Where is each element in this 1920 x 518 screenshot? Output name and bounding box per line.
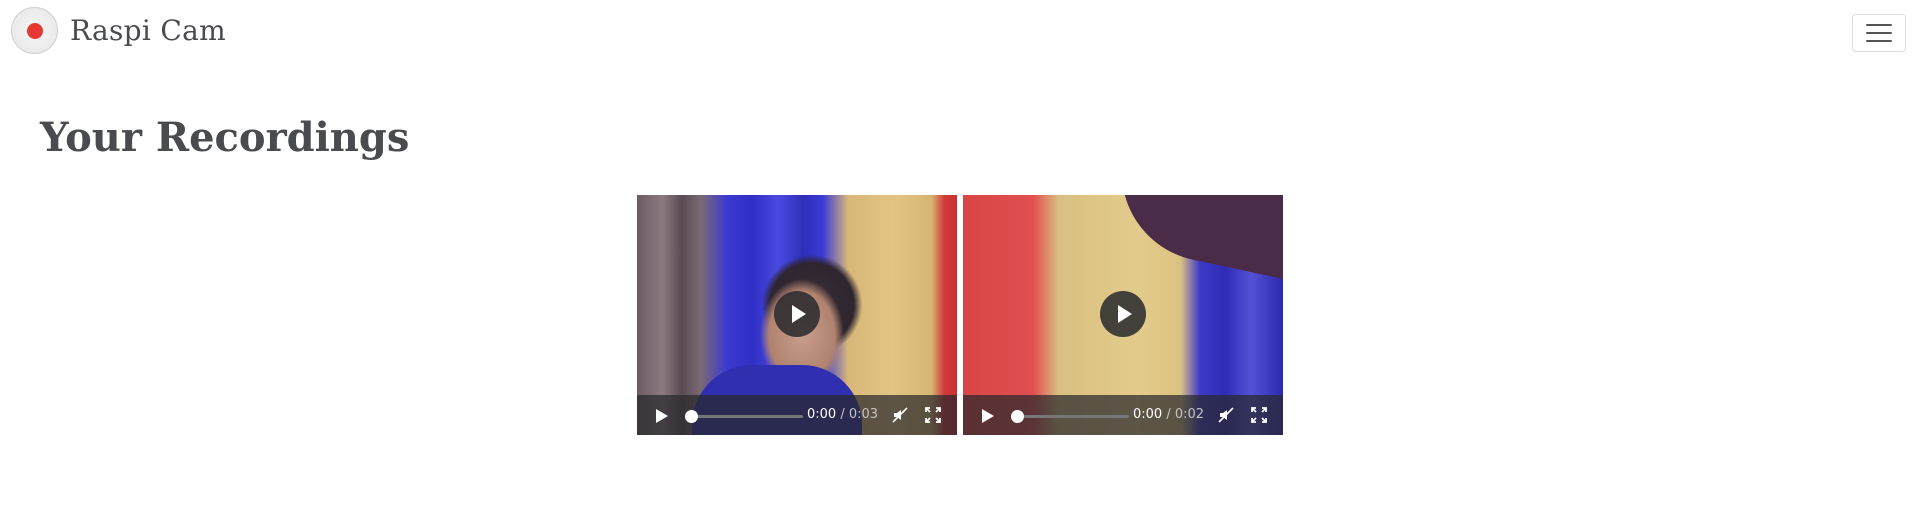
hamburger-menu-icon — [1866, 32, 1892, 34]
time-display: 0:00 / 0:03 — [807, 407, 878, 422]
play-icon — [792, 305, 806, 323]
page-title: Your Recordings — [40, 114, 410, 161]
progress-bar[interactable] — [1017, 415, 1129, 418]
progress-thumb[interactable] — [1011, 410, 1024, 423]
time-separator: / — [1166, 407, 1171, 422]
hamburger-menu-icon — [1866, 40, 1892, 42]
navbar: Raspi Cam — [0, 0, 1920, 66]
time-separator: / — [840, 407, 845, 422]
video-controls: 0:00 / 0:02 — [963, 395, 1283, 435]
play-button[interactable] — [982, 409, 994, 423]
play-icon — [1118, 305, 1132, 323]
volume-muted-icon[interactable] — [892, 407, 908, 423]
brand[interactable]: Raspi Cam — [11, 7, 226, 54]
video-player[interactable]: 0:00 / 0:02 — [963, 195, 1283, 435]
volume-muted-icon[interactable] — [1218, 407, 1234, 423]
current-time: 0:00 — [1133, 407, 1163, 422]
record-dot — [26, 22, 43, 39]
duration: 0:02 — [1174, 407, 1205, 422]
app-title: Raspi Cam — [70, 14, 226, 47]
time-display: 0:00 / 0:02 — [1133, 407, 1204, 422]
hamburger-menu-icon — [1866, 24, 1892, 26]
progress-thumb[interactable] — [685, 410, 698, 423]
video-player[interactable]: 0:00 / 0:03 — [637, 195, 957, 435]
fullscreen-icon[interactable] — [925, 407, 941, 423]
play-overlay-button[interactable] — [774, 291, 820, 337]
current-time: 0:00 — [807, 407, 837, 422]
play-button[interactable] — [656, 409, 668, 423]
fullscreen-icon[interactable] — [1251, 407, 1267, 423]
play-overlay-button[interactable] — [1100, 291, 1146, 337]
progress-bar[interactable] — [691, 415, 803, 418]
record-icon — [11, 7, 58, 54]
menu-toggle-button[interactable] — [1852, 14, 1906, 52]
duration: 0:03 — [848, 407, 879, 422]
video-controls: 0:00 / 0:03 — [637, 395, 957, 435]
